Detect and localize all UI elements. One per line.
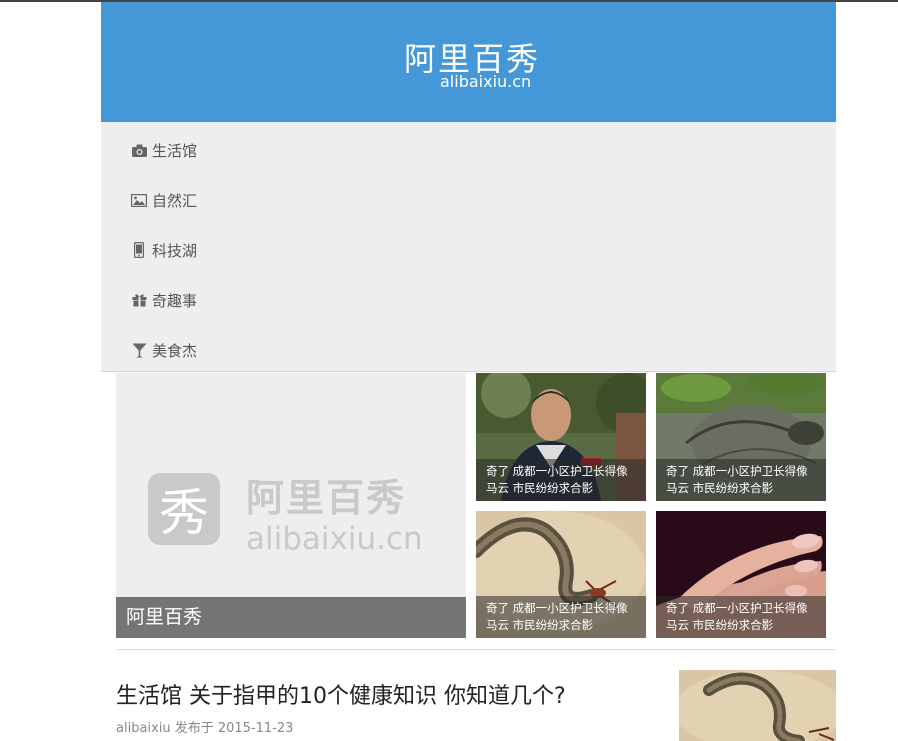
thumb-item[interactable]: 奇了 成都一小区护卫长得像 马云 市民纷纷求合影 xyxy=(656,373,826,501)
thumb-caption-line: 马云 市民纷纷求合影 xyxy=(486,618,594,632)
article-meta: alibaixiu 发布于 2015-11-23 xyxy=(116,721,294,736)
thumb-item[interactable]: 奇了 成都一小区护卫长得像 马云 市民纷纷求合影 xyxy=(476,511,646,638)
nav-item-nature[interactable]: 自然汇 xyxy=(131,188,197,212)
thumb-caption: 奇了 成都一小区护卫长得像 马云 市民纷纷求合影 xyxy=(476,459,646,501)
thumb-caption-line: 奇了 成都一小区护卫长得像 xyxy=(486,601,628,615)
nav-item-label: 生活馆 xyxy=(152,141,198,160)
nav-item-label: 奇趣事 xyxy=(152,291,198,310)
category-nav: 生活馆 自然汇 科技湖 奇趣事 美食杰 xyxy=(101,122,836,372)
thumb-caption-line: 马云 市民纷纷求合影 xyxy=(666,618,774,632)
slider-logo-mark: 秀 xyxy=(159,484,209,542)
article-thumbnail[interactable] xyxy=(679,670,836,741)
nav-item-label: 美食杰 xyxy=(152,341,198,360)
nav-item-fun[interactable]: 奇趣事 xyxy=(131,288,197,312)
site-logo-subtitle: alibaixiu.cn xyxy=(440,72,532,91)
section-divider xyxy=(116,649,836,650)
article-title[interactable]: 生活馆 关于指甲的10个健康知识 你知道几个? xyxy=(116,678,566,710)
cocktail-glass-icon xyxy=(131,342,147,358)
thumb-caption-line: 奇了 成都一小区护卫长得像 xyxy=(486,464,628,478)
featured-slider[interactable]: 秀 阿里百秀 alibaixiu.cn 阿里百秀 xyxy=(116,373,466,638)
thumb-caption: 奇了 成都一小区护卫长得像 马云 市民纷纷求合影 xyxy=(656,459,826,501)
thumb-caption: 奇了 成都一小区护卫长得像 马云 市民纷纷求合影 xyxy=(656,596,826,638)
nav-item-life[interactable]: 生活馆 xyxy=(131,138,197,162)
thumb-item[interactable]: 奇了 成都一小区护卫长得像 马云 市民纷纷求合影 xyxy=(656,511,826,638)
thumb-item[interactable]: 奇了 成都一小区护卫长得像 马云 市民纷纷求合影 xyxy=(476,373,646,501)
mobile-phone-icon xyxy=(131,242,147,258)
thumb-caption-line: 马云 市民纷纷求合影 xyxy=(666,481,774,495)
site-header: 阿里百秀 alibaixiu.cn xyxy=(101,2,836,122)
nav-item-food[interactable]: 美食杰 xyxy=(131,338,197,362)
slider-logo-title: 阿里百秀 xyxy=(246,476,406,520)
slider-logo-sub: alibaixiu.cn xyxy=(246,521,423,555)
article-thumb-image-snake xyxy=(679,670,836,741)
thumb-caption-line: 奇了 成都一小区护卫长得像 xyxy=(666,601,808,615)
nav-item-label: 科技湖 xyxy=(152,241,198,260)
thumb-caption-line: 奇了 成都一小区护卫长得像 xyxy=(666,464,808,478)
slider-caption[interactable]: 阿里百秀 xyxy=(116,597,466,638)
slider-logo-image: 秀 阿里百秀 alibaixiu.cn xyxy=(148,465,438,559)
thumb-caption: 奇了 成都一小区护卫长得像 马云 市民纷纷求合影 xyxy=(476,596,646,638)
thumb-caption-line: 马云 市民纷纷求合影 xyxy=(486,481,594,495)
nav-item-label: 自然汇 xyxy=(152,191,198,210)
camera-icon xyxy=(131,142,147,158)
nav-item-tech[interactable]: 科技湖 xyxy=(131,238,197,262)
gift-icon xyxy=(131,292,147,308)
picture-icon xyxy=(131,192,147,208)
